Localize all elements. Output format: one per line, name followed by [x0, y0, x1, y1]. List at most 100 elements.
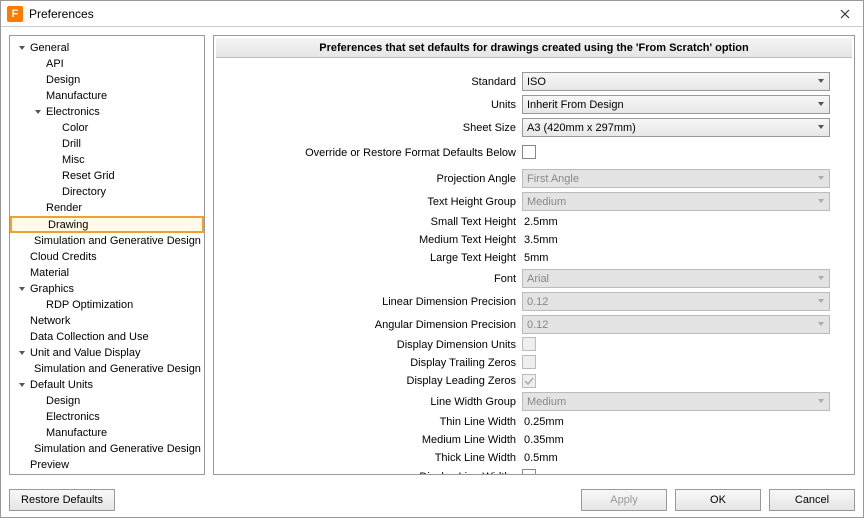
select-value: Medium [527, 396, 566, 408]
tree-electronics[interactable]: Electronics [10, 104, 204, 120]
tree-drill[interactable]: Drill [10, 136, 204, 152]
tree-manufacture[interactable]: Manufacture [10, 88, 204, 104]
label-disp-dim-units: Display Dimension Units [222, 339, 522, 351]
tree-du-design[interactable]: Design [10, 393, 204, 409]
units-select[interactable]: Inherit From Design [522, 95, 830, 114]
tree-label: Cloud Credits [30, 251, 97, 263]
tree-label: Drill [62, 138, 81, 150]
tree-du-sim-gen[interactable]: Simulation and Generative Design [10, 441, 204, 457]
disp-trailing-checkbox [522, 355, 536, 369]
tree-label: Unit and Value Display [30, 347, 140, 359]
select-value: 0.12 [527, 296, 548, 308]
tree-label: Misc [62, 154, 85, 166]
tree-graphics[interactable]: Graphics [10, 281, 204, 297]
tree-reset-grid[interactable]: Reset Grid [10, 168, 204, 184]
tree-drawing[interactable]: Drawing [10, 216, 204, 233]
close-button[interactable] [833, 5, 857, 23]
small-text-value: 2.5mm [522, 216, 558, 228]
label-angular-prec: Angular Dimension Precision [222, 319, 522, 331]
tree-preview[interactable]: Preview [10, 457, 204, 473]
tree-label: Drawing [48, 219, 88, 231]
tree-label: Simulation and Generative Design [34, 443, 201, 455]
medium-line-value: 0.35mm [522, 434, 564, 446]
select-value: Inherit From Design [527, 99, 624, 111]
thick-line-value: 0.5mm [522, 452, 558, 464]
chevron-down-icon [817, 76, 825, 88]
form: Standard ISO Units Inherit From Design S… [214, 60, 854, 474]
tree-sim-gen-2[interactable]: Simulation and Generative Design [10, 361, 204, 377]
label-disp-line-widths: Display Line Widths [222, 471, 522, 474]
override-checkbox[interactable] [522, 145, 536, 159]
select-value: ISO [527, 76, 546, 88]
tree-label: Design [46, 74, 80, 86]
chevron-down-icon [817, 296, 825, 308]
tree-design[interactable]: Design [10, 72, 204, 88]
cancel-button[interactable]: Cancel [769, 489, 855, 511]
panel-header: Preferences that set defaults for drawin… [216, 38, 852, 58]
label-medium-text: Medium Text Height [222, 234, 522, 246]
tree-sim-gen[interactable]: Simulation and Generative Design [10, 233, 204, 249]
tree-color[interactable]: Color [10, 120, 204, 136]
label-standard: Standard [222, 76, 522, 88]
settings-panel: Preferences that set defaults for drawin… [213, 35, 855, 475]
nav-tree[interactable]: General API Design Manufacture Electroni… [9, 35, 205, 475]
tree-label: Simulation and Generative Design [34, 363, 201, 375]
tree-label: Data Collection and Use [30, 331, 149, 343]
tree-label: Preview [30, 459, 69, 471]
tree-du-electronics[interactable]: Electronics [10, 409, 204, 425]
select-value: Medium [527, 196, 566, 208]
label-linear-prec: Linear Dimension Precision [222, 296, 522, 308]
restore-defaults-button[interactable]: Restore Defaults [9, 489, 115, 511]
tree-render[interactable]: Render [10, 200, 204, 216]
chevron-down-icon [817, 396, 825, 408]
tree-du-manufacture[interactable]: Manufacture [10, 425, 204, 441]
label-text-height-group: Text Height Group [222, 196, 522, 208]
angular-prec-select: 0.12 [522, 315, 830, 334]
tree-material[interactable]: Material [10, 265, 204, 281]
label-sheet-size: Sheet Size [222, 122, 522, 134]
tree-preview-features[interactable]: Preview Features [10, 473, 204, 475]
chevron-down-icon [32, 106, 44, 118]
tree-label: Network [30, 315, 70, 327]
tree-label: Simulation and Generative Design [34, 235, 201, 247]
standard-select[interactable]: ISO [522, 72, 830, 91]
disp-line-widths-checkbox[interactable] [522, 469, 536, 475]
tree-api[interactable]: API [10, 56, 204, 72]
select-value: Arial [527, 273, 549, 285]
window-title: Preferences [29, 7, 833, 21]
label-thin-line: Thin Line Width [222, 416, 522, 428]
ok-button[interactable]: OK [675, 489, 761, 511]
tree-network[interactable]: Network [10, 313, 204, 329]
tree-label: Directory [62, 186, 106, 198]
tree-data-collection[interactable]: Data Collection and Use [10, 329, 204, 345]
tree-general[interactable]: General [10, 40, 204, 56]
select-value: 0.12 [527, 319, 548, 331]
tree-default-units[interactable]: Default Units [10, 377, 204, 393]
text-height-group-select: Medium [522, 192, 830, 211]
tree-label: Material [30, 267, 69, 279]
tree-rdp[interactable]: RDP Optimization [10, 297, 204, 313]
chevron-down-icon [817, 122, 825, 134]
sheet-size-select[interactable]: A3 (420mm x 297mm) [522, 118, 830, 137]
disp-dim-units-checkbox [522, 337, 536, 351]
preferences-window: F Preferences General API Design Manufac… [0, 0, 864, 518]
tree-label: Electronics [46, 106, 100, 118]
chevron-down-icon [16, 379, 28, 391]
tree-directory[interactable]: Directory [10, 184, 204, 200]
select-value: First Angle [527, 173, 579, 185]
disp-leading-checkbox [522, 374, 536, 388]
chevron-down-icon [817, 173, 825, 185]
tree-label: Render [46, 202, 82, 214]
tree-cloud-credits[interactable]: Cloud Credits [10, 249, 204, 265]
tree-misc[interactable]: Misc [10, 152, 204, 168]
chevron-down-icon [817, 196, 825, 208]
titlebar: F Preferences [1, 1, 863, 27]
label-font: Font [222, 273, 522, 285]
tree-unit-value[interactable]: Unit and Value Display [10, 345, 204, 361]
tree-label: Reset Grid [62, 170, 115, 182]
tree-label: Design [46, 395, 80, 407]
label-medium-line: Medium Line Width [222, 434, 522, 446]
label-units: Units [222, 99, 522, 111]
tree-label: RDP Optimization [46, 299, 133, 311]
apply-button[interactable]: Apply [581, 489, 667, 511]
